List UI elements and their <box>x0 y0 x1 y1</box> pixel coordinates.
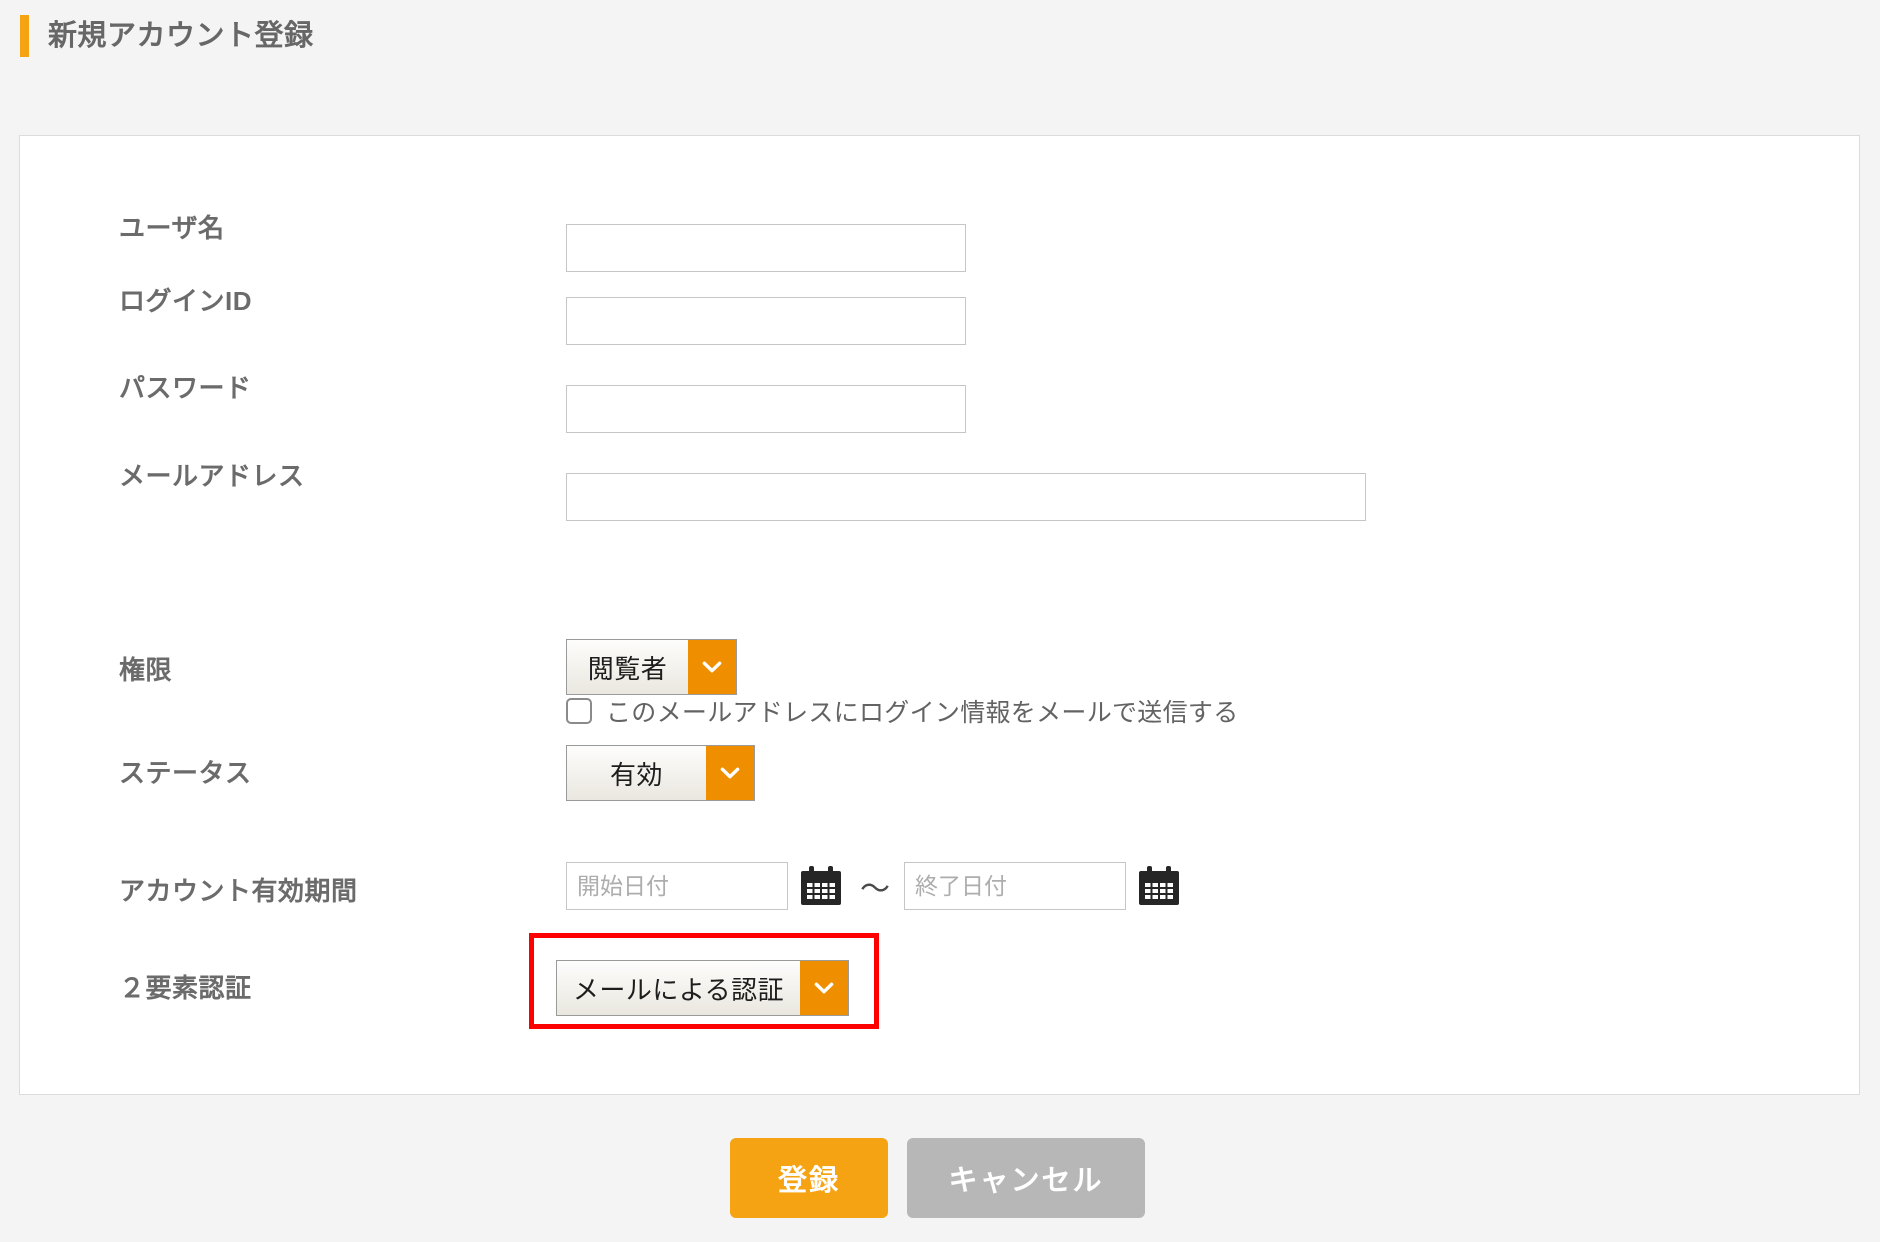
role-select-value: 閲覧者 <box>567 640 688 694</box>
label-username: ユーザ名 <box>119 213 225 243</box>
page-title: 新規アカウント登録 <box>48 20 314 52</box>
label-two-factor-auth: ２要素認証 <box>119 973 252 1003</box>
chevron-down-icon[interactable] <box>706 746 754 800</box>
email-input[interactable] <box>566 473 1366 521</box>
checkbox-icon[interactable] <box>566 698 592 724</box>
username-input[interactable] <box>566 224 966 272</box>
calendar-icon-start[interactable] <box>800 866 842 906</box>
two-factor-select[interactable]: メールによる認証 <box>556 960 849 1016</box>
title-accent-bar <box>20 15 29 57</box>
status-select-value: 有効 <box>567 746 706 800</box>
two-factor-select-value: メールによる認証 <box>557 961 800 1015</box>
label-validity-period: アカウント有効期間 <box>119 876 358 906</box>
label-status: ステータス <box>119 758 252 788</box>
date-range-separator: 〜 <box>860 873 890 906</box>
label-role: 権限 <box>119 655 173 685</box>
calendar-icon-end[interactable] <box>1138 866 1180 906</box>
page-header: 新規アカウント登録 <box>0 0 1880 135</box>
cancel-button[interactable]: キャンセル <box>907 1138 1145 1218</box>
role-select[interactable]: 閲覧者 <box>566 639 737 695</box>
status-select[interactable]: 有効 <box>566 745 755 801</box>
password-input[interactable] <box>566 385 966 433</box>
form-card: ユーザ名 ログインID パスワード メールアドレス このメールアドレスにログイン… <box>19 135 1860 1095</box>
validity-end-input[interactable] <box>904 862 1126 910</box>
send-login-info-label: このメールアドレスにログイン情報をメールで送信する <box>606 699 1239 727</box>
label-password: パスワード <box>119 373 252 403</box>
submit-button[interactable]: 登録 <box>730 1138 888 1218</box>
send-login-info-row[interactable]: このメールアドレスにログイン情報をメールで送信する <box>566 693 1239 729</box>
chevron-down-icon[interactable] <box>800 961 848 1015</box>
label-login-id: ログインID <box>119 286 253 316</box>
label-email: メールアドレス <box>119 461 305 491</box>
chevron-down-icon[interactable] <box>688 640 736 694</box>
validity-start-input[interactable] <box>566 862 788 910</box>
login-id-input[interactable] <box>566 297 966 345</box>
